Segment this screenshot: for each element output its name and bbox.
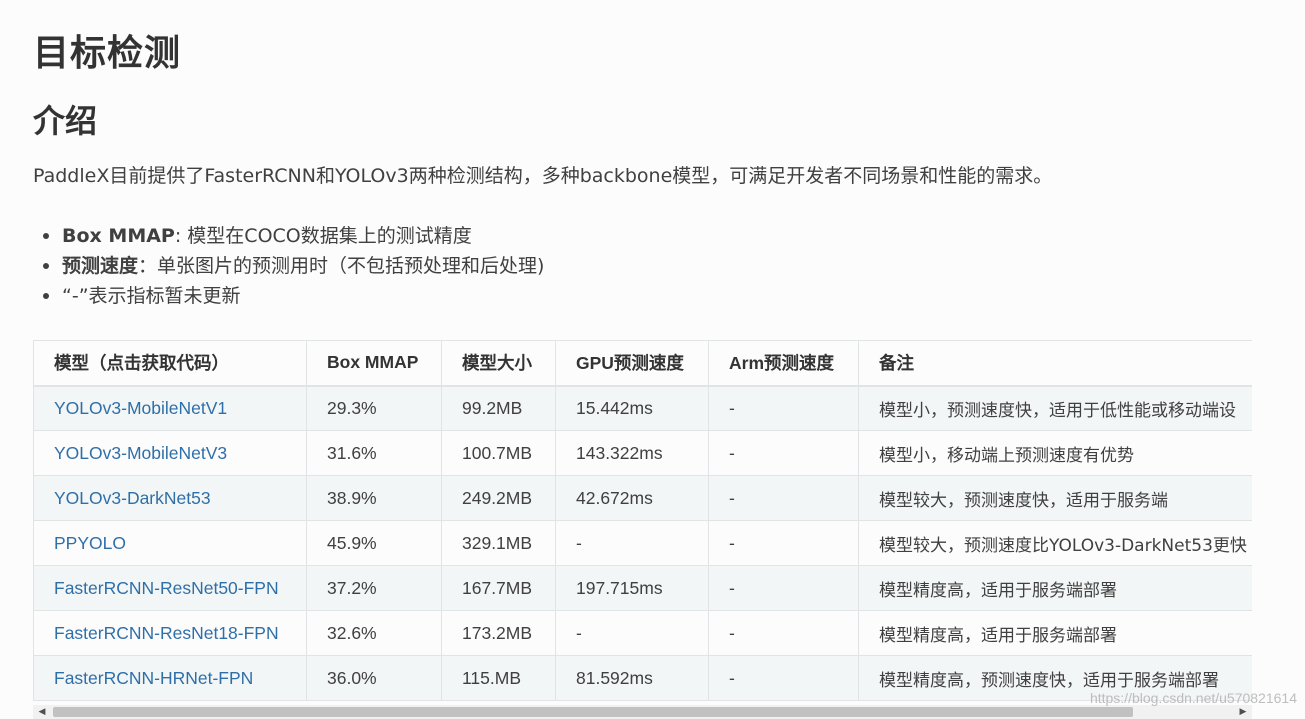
header-model: 模型（点击获取代码） (33, 340, 307, 387)
model-link[interactable]: FasterRCNN-ResNet18-FPN (33, 610, 307, 656)
cell-remark: 模型小，移动端上预测速度有优势 (858, 430, 1252, 476)
table-header-row: 模型（点击获取代码） Box MMAP 模型大小 GPU预测速度 Arm预测速度… (33, 340, 1252, 387)
table-row: YOLOv3-MobileNetV1 29.3% 99.2MB 15.442ms… (33, 385, 1252, 431)
note-text: : 模型在COCO数据集上的测试精度 (174, 225, 472, 247)
cell-arm-speed: - (708, 520, 859, 566)
cell-remark: 模型较大，预测速度比YOLOv3-DarkNet53更快 (858, 520, 1252, 566)
intro-paragraph: PaddleX目前提供了FasterRCNN和YOLOv3两种检测结构，多种ba… (33, 165, 1053, 187)
bullet-icon (43, 263, 49, 269)
cell-model-size: 115.MB (441, 655, 556, 701)
table-row: YOLOv3-DarkNet53 38.9% 249.2MB 42.672ms … (33, 475, 1252, 521)
table-row: PPYOLO 45.9% 329.1MB - - 模型较大，预测速度比YOLOv… (33, 520, 1252, 566)
table-row: YOLOv3-MobileNetV3 31.6% 100.7MB 143.322… (33, 430, 1252, 476)
cell-arm-speed: - (708, 430, 859, 476)
note-label: 预测速度 (62, 255, 139, 277)
cell-box-mmap: 45.9% (306, 520, 442, 566)
cell-model-size: 329.1MB (441, 520, 556, 566)
table-row: FasterRCNN-ResNet18-FPN 32.6% 173.2MB - … (33, 610, 1252, 656)
cell-gpu-speed: 15.442ms (555, 385, 709, 431)
cell-arm-speed: - (708, 610, 859, 656)
header-arm-speed: Arm预测速度 (708, 340, 859, 387)
cell-gpu-speed: 143.322ms (555, 430, 709, 476)
model-link[interactable]: FasterRCNN-HRNet-FPN (33, 655, 307, 701)
cell-arm-speed: - (708, 475, 859, 521)
cell-remark: 模型小，预测速度快，适用于低性能或移动端设 (858, 385, 1252, 431)
bullet-icon (43, 293, 49, 299)
scroll-right-icon[interactable]: ▶ (1234, 705, 1252, 719)
model-link[interactable]: FasterRCNN-ResNet50-FPN (33, 565, 307, 611)
cell-box-mmap: 37.2% (306, 565, 442, 611)
cell-gpu-speed: 42.672ms (555, 475, 709, 521)
cell-arm-speed: - (708, 385, 859, 431)
scrollbar-thumb[interactable] (53, 707, 1133, 717)
cell-box-mmap: 29.3% (306, 385, 442, 431)
cell-arm-speed: - (708, 565, 859, 611)
cell-model-size: 167.7MB (441, 565, 556, 611)
page: 目标检测 介绍 PaddleX目前提供了FasterRCNN和YOLOv3两种检… (0, 0, 1305, 719)
model-link[interactable]: YOLOv3-DarkNet53 (33, 475, 307, 521)
table-row: FasterRCNN-HRNet-FPN 36.0% 115.MB 81.592… (33, 655, 1252, 701)
cell-gpu-speed: - (555, 520, 709, 566)
cell-remark: 模型精度高，适用于服务端部署 (858, 565, 1252, 611)
note-label: Box MMAP (62, 225, 175, 247)
notes-list: Box MMAP: 模型在COCO数据集上的测试精度 预测速度：单张图片的预测用… (40, 221, 544, 311)
model-link[interactable]: YOLOv3-MobileNetV1 (33, 385, 307, 431)
model-link[interactable]: YOLOv3-MobileNetV3 (33, 430, 307, 476)
header-gpu-speed: GPU预测速度 (555, 340, 709, 387)
cell-remark: 模型精度高，适用于服务端部署 (858, 610, 1252, 656)
cell-gpu-speed: 197.715ms (555, 565, 709, 611)
table-row: FasterRCNN-ResNet50-FPN 37.2% 167.7MB 19… (33, 565, 1252, 611)
cell-box-mmap: 31.6% (306, 430, 442, 476)
cell-remark: 模型较大，预测速度快，适用于服务端 (858, 475, 1252, 521)
list-item: “-”表示指标暂未更新 (40, 281, 544, 311)
cell-gpu-speed: 81.592ms (555, 655, 709, 701)
model-link[interactable]: PPYOLO (33, 520, 307, 566)
note-text: “-”表示指标暂未更新 (62, 285, 241, 307)
bullet-icon (43, 233, 49, 239)
header-box-mmap: Box MMAP (306, 340, 442, 387)
cell-model-size: 249.2MB (441, 475, 556, 521)
cell-arm-speed: - (708, 655, 859, 701)
cell-box-mmap: 38.9% (306, 475, 442, 521)
cell-gpu-speed: - (555, 610, 709, 656)
header-model-size: 模型大小 (441, 340, 556, 387)
cell-model-size: 99.2MB (441, 385, 556, 431)
model-table: 模型（点击获取代码） Box MMAP 模型大小 GPU预测速度 Arm预测速度… (33, 340, 1252, 701)
scroll-left-icon[interactable]: ◀ (33, 705, 51, 719)
header-remark: 备注 (858, 340, 1252, 387)
page-title: 目标检测 (33, 33, 182, 74)
cell-model-size: 100.7MB (441, 430, 556, 476)
note-text: ：单张图片的预测用时（不包括预处理和后处理) (138, 255, 545, 277)
list-item: Box MMAP: 模型在COCO数据集上的测试精度 (40, 221, 544, 251)
cell-model-size: 173.2MB (441, 610, 556, 656)
list-item: 预测速度：单张图片的预测用时（不包括预处理和后处理) (40, 251, 544, 281)
section-title: 介绍 (33, 102, 98, 140)
watermark: https://blog.csdn.net/u570821614 (1089, 690, 1297, 706)
horizontal-scrollbar[interactable]: ◀ ▶ (33, 705, 1252, 719)
cell-box-mmap: 32.6% (306, 610, 442, 656)
cell-box-mmap: 36.0% (306, 655, 442, 701)
model-table-container[interactable]: 模型（点击获取代码） Box MMAP 模型大小 GPU预测速度 Arm预测速度… (33, 340, 1252, 705)
